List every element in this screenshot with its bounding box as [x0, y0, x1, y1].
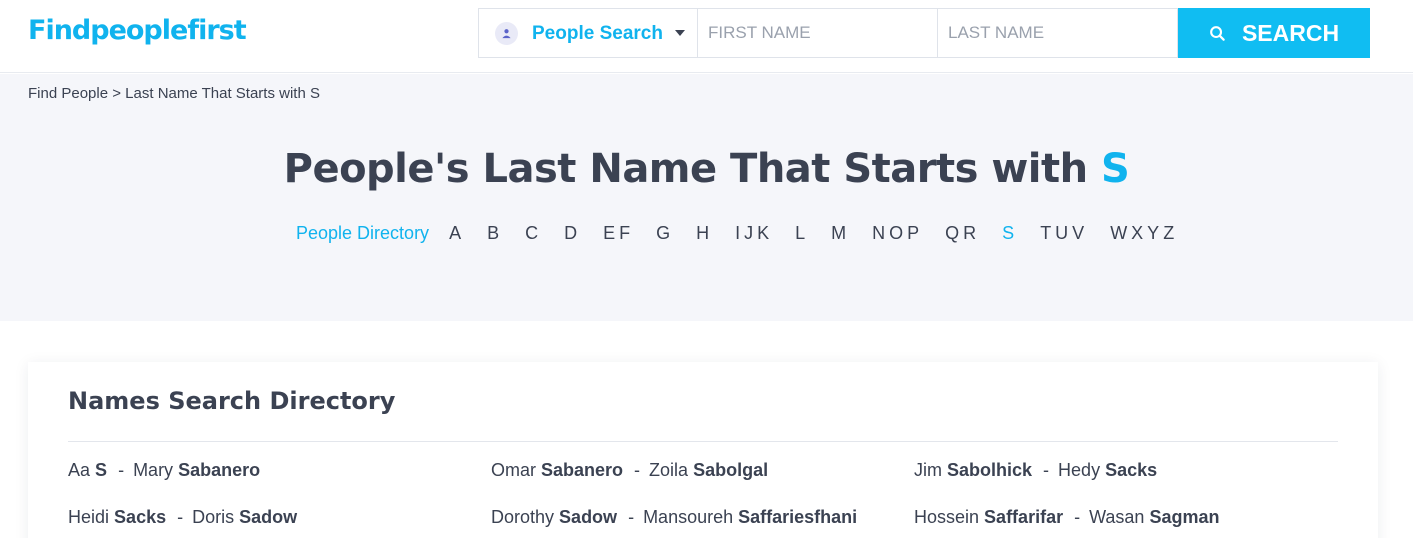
alpha-letter-m[interactable]: M — [831, 223, 850, 244]
alphabet-nav: People Directory A B C D EF G H IJK L M NOP QR S TUV W… — [296, 223, 1200, 244]
alpha-letter-wxyz[interactable]: WXYZ — [1110, 223, 1178, 244]
site-logo[interactable]: Findpeoplefirst — [28, 15, 247, 46]
last-name: Sacks — [114, 507, 167, 527]
search-icon — [1210, 25, 1225, 41]
first-name: Wasan — [1089, 507, 1145, 527]
alpha-letter-ef[interactable]: EF — [603, 223, 634, 244]
first-name-input[interactable] — [698, 9, 938, 57]
page-title-text: People's Last Name That Starts with — [283, 146, 1102, 192]
name-pair: Hossein Saffarifar - Wasan Sagman — [914, 507, 1337, 531]
page-title-letter: S — [1101, 146, 1130, 192]
last-name-input[interactable] — [938, 9, 1178, 57]
first-name: Mansoureh — [643, 507, 734, 527]
breadcrumb-separator: > — [108, 85, 126, 102]
alpha-letter-l[interactable]: L — [795, 223, 809, 244]
directory-title: Names Search Directory — [68, 387, 396, 415]
search-type-dropdown[interactable]: People Search — [479, 9, 698, 57]
last-name: Sacks — [1105, 460, 1158, 480]
name-separator: - — [113, 460, 130, 480]
name-link[interactable]: Mansoureh Saffariesfhani — [643, 507, 857, 527]
name-link[interactable]: Aa S — [68, 460, 107, 480]
first-name: Heidi — [68, 507, 110, 527]
first-name: Dorothy — [491, 507, 555, 527]
chevron-down-icon — [675, 30, 685, 36]
name-separator: - — [1038, 460, 1055, 480]
search-button[interactable]: SEARCH — [1178, 8, 1370, 58]
site-header: Findpeoplefirst People Search SEARCH — [0, 0, 1413, 73]
last-name: Sagman — [1149, 507, 1220, 527]
name-link[interactable]: Hossein Saffarifar — [914, 507, 1063, 527]
first-name: Zoila — [649, 460, 689, 480]
names-grid: Aa S - Mary Sabanero Omar Sabanero - Zoil… — [68, 460, 1358, 531]
search-bar: People Search SEARCH — [478, 8, 1370, 58]
first-name: Aa — [68, 460, 91, 480]
first-name: Doris — [192, 507, 235, 527]
name-link[interactable]: Heidi Sacks — [68, 507, 166, 527]
first-name: Jim — [914, 460, 942, 480]
search-button-label: SEARCH — [1241, 19, 1340, 46]
name-separator: - — [172, 507, 189, 527]
name-link[interactable]: Mary Sabanero — [133, 460, 260, 480]
last-name: Sabanero — [178, 460, 261, 480]
name-pair: Jim Sabolhick - Hedy Sacks — [914, 460, 1337, 484]
breadcrumb-home-link[interactable]: Find People — [28, 85, 108, 102]
last-name: S — [95, 460, 108, 480]
name-pair: Heidi Sacks - Doris Sadow — [68, 507, 491, 531]
last-name: Sabolgal — [693, 460, 769, 480]
hero-section: Find People > Last Name That Starts with… — [0, 74, 1413, 321]
name-separator: - — [623, 507, 640, 527]
alpha-letter-g[interactable]: G — [656, 223, 674, 244]
alpha-letter-a[interactable]: A — [449, 223, 465, 244]
page-title: People's Last Name That Starts with S — [0, 146, 1413, 192]
name-link[interactable]: Jim Sabolhick — [914, 460, 1032, 480]
last-name: Sadow — [559, 507, 618, 527]
first-name: Hossein — [914, 507, 980, 527]
last-name: Sadow — [239, 507, 298, 527]
divider — [68, 441, 1338, 442]
people-directory-link[interactable]: People Directory — [296, 223, 429, 244]
name-link[interactable]: Dorothy Sadow — [491, 507, 617, 527]
name-pair: Omar Sabanero - Zoila Sabolgal — [491, 460, 914, 484]
names-directory-card: Names Search Directory Aa S - Mary Saban… — [28, 362, 1378, 538]
name-pair: Dorothy Sadow - Mansoureh Saffariesfhani — [491, 507, 914, 531]
name-pair: Aa S - Mary Sabanero — [68, 460, 491, 484]
name-link[interactable]: Omar Sabanero — [491, 460, 623, 480]
name-separator: - — [629, 460, 646, 480]
last-name: Saffarifar — [984, 507, 1064, 527]
breadcrumb-current: Last Name That Starts with S — [125, 85, 320, 102]
alpha-letter-ijk[interactable]: IJK — [735, 223, 773, 244]
first-name: Hedy — [1058, 460, 1101, 480]
name-link[interactable]: Doris Sadow — [192, 507, 297, 527]
alpha-letter-tuv[interactable]: TUV — [1040, 223, 1088, 244]
last-name: Saffariesfhani — [738, 507, 858, 527]
first-name: Omar — [491, 460, 536, 480]
name-link[interactable]: Zoila Sabolgal — [649, 460, 768, 480]
alpha-letter-h[interactable]: H — [696, 223, 713, 244]
name-separator: - — [1069, 507, 1086, 527]
alpha-letter-qr[interactable]: QR — [945, 223, 980, 244]
alpha-letter-c[interactable]: C — [525, 223, 542, 244]
alpha-letter-b[interactable]: B — [487, 223, 503, 244]
name-link[interactable]: Hedy Sacks — [1058, 460, 1157, 480]
alpha-letter-d[interactable]: D — [564, 223, 581, 244]
last-name: Sabanero — [541, 460, 624, 480]
search-type-label: People Search — [532, 23, 663, 44]
person-icon — [495, 22, 518, 45]
first-name: Mary — [133, 460, 174, 480]
alpha-letter-nop[interactable]: NOP — [872, 223, 923, 244]
alpha-letter-s[interactable]: S — [1002, 223, 1018, 244]
breadcrumb: Find People > Last Name That Starts with… — [28, 85, 320, 102]
name-link[interactable]: Wasan Sagman — [1089, 507, 1219, 527]
last-name: Sabolhick — [947, 460, 1033, 480]
